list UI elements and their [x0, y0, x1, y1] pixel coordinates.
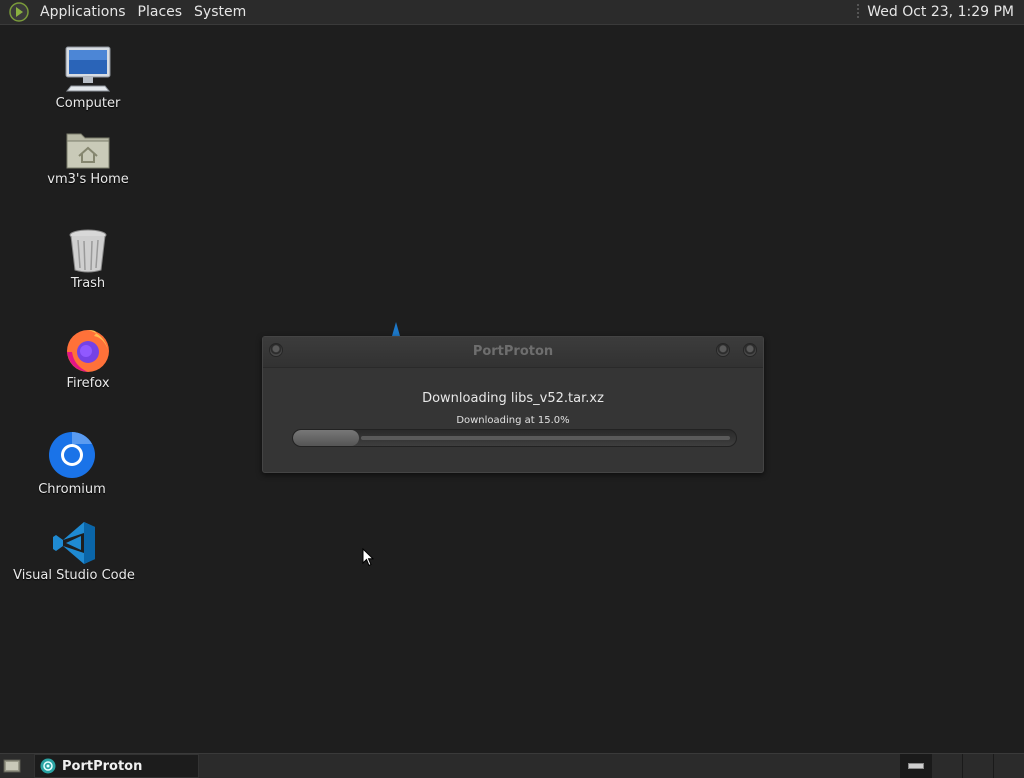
workspace-2[interactable]: [931, 754, 962, 778]
desktop-icon-chromium[interactable]: Chromium: [32, 430, 112, 497]
computer-icon: [65, 46, 111, 92]
desktop-icon-label: Firefox: [66, 376, 110, 391]
desktop-icon-label: Visual Studio Code: [13, 568, 135, 583]
firefox-icon: [67, 330, 109, 372]
panel-separator: [857, 4, 860, 20]
system-menu[interactable]: System: [188, 4, 252, 20]
desktop-icon-label: Trash: [70, 276, 106, 291]
workspace-3[interactable]: [962, 754, 993, 778]
download-message: Downloading libs_v52.tar.xz: [422, 391, 604, 406]
dialog-titlebar[interactable]: PortProton: [263, 337, 763, 368]
workspace-window-icon: [908, 763, 924, 769]
taskbar-item-label: PortProton: [62, 758, 143, 774]
show-desktop-button[interactable]: [0, 754, 24, 778]
show-desktop-icon: [3, 759, 21, 773]
desktop-icon-label: Chromium: [38, 482, 106, 497]
menu-logo-icon[interactable]: [9, 2, 29, 22]
taskbar-item-portproton[interactable]: PortProton: [34, 754, 199, 778]
dialog-title: PortProton: [472, 344, 554, 359]
desktop-icon-label: vm3's Home: [47, 172, 129, 187]
workspace-1[interactable]: [900, 754, 931, 778]
progress-fill: [293, 430, 360, 446]
vscode-icon: [53, 522, 95, 564]
clock[interactable]: Wed Oct 23, 1:29 PM: [867, 4, 1024, 20]
portproton-dialog: PortProton Downloading libs_v52.tar.xz D…: [262, 336, 764, 473]
download-status: Downloading at 15.0%: [456, 415, 570, 426]
trash-icon: [69, 229, 107, 273]
background-window-marker: [392, 322, 400, 336]
download-progress-bar: [292, 429, 737, 447]
portproton-icon: [40, 758, 56, 774]
top-panel: Applications Places System Wed Oct 23, 1…: [0, 0, 1024, 25]
minimize-icon[interactable]: [716, 343, 730, 357]
close-icon[interactable]: [743, 343, 757, 357]
desktop-icon-home[interactable]: vm3's Home: [47, 128, 129, 187]
home-folder-icon: [66, 133, 110, 169]
workspace-4[interactable]: [993, 754, 1024, 778]
desktop-icon-firefox[interactable]: Firefox: [48, 326, 128, 391]
chromium-icon: [49, 432, 95, 478]
applications-menu[interactable]: Applications: [34, 4, 132, 20]
desktop-icon-trash[interactable]: Trash: [48, 228, 128, 291]
bottom-panel: PortProton: [0, 753, 1024, 778]
mouse-cursor-icon: [362, 548, 374, 567]
desktop-icon-label: Computer: [55, 96, 121, 111]
desktop-icon-computer[interactable]: Computer: [48, 44, 128, 111]
places-menu[interactable]: Places: [132, 4, 189, 20]
desktop-icon-vscode[interactable]: Visual Studio Code: [13, 520, 135, 583]
progress-track: [361, 436, 730, 440]
